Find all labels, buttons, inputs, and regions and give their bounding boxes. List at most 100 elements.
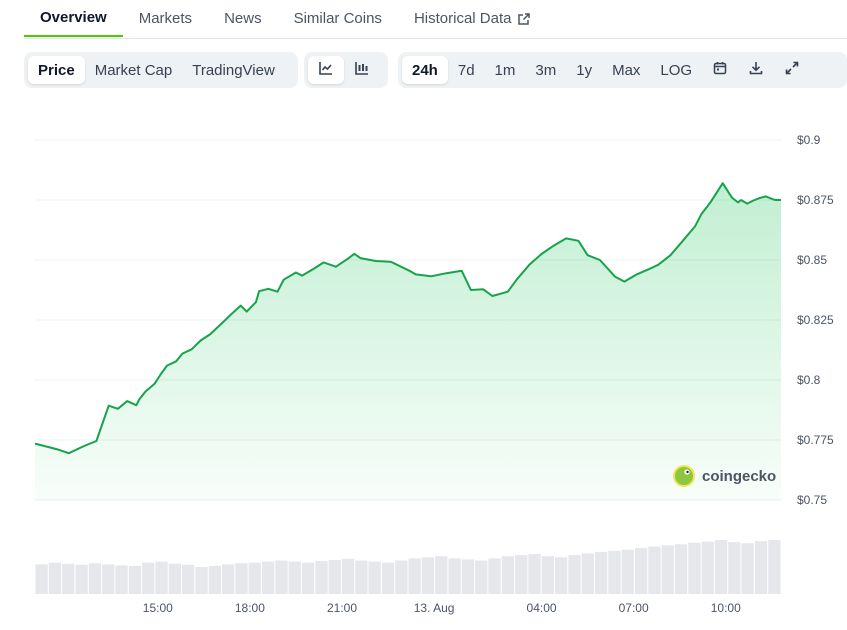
volume-bar bbox=[448, 558, 461, 594]
volume-bar bbox=[155, 561, 168, 594]
volume-bar bbox=[501, 556, 515, 594]
volume-bar bbox=[262, 561, 275, 594]
tab-label: News bbox=[224, 10, 262, 27]
tab-overview[interactable]: Overview bbox=[24, 0, 123, 37]
x-tick-label: 15:00 bbox=[143, 601, 173, 615]
range-1m-button[interactable]: 1m bbox=[485, 56, 526, 84]
chart-style-switcher bbox=[304, 52, 388, 88]
volume-bar bbox=[541, 556, 554, 594]
volume-bar bbox=[115, 565, 128, 594]
volume-bar bbox=[355, 560, 368, 594]
y-tick-label: $0.875 bbox=[797, 193, 834, 207]
y-tick-label: $0.8 bbox=[797, 373, 821, 387]
volume-bar bbox=[301, 562, 315, 594]
mode-market-cap-button[interactable]: Market Cap bbox=[85, 56, 183, 84]
range-log-button[interactable]: LOG bbox=[650, 56, 702, 84]
volume-bar bbox=[648, 546, 661, 594]
y-tick-label: $0.75 bbox=[797, 493, 827, 507]
volume-bar bbox=[248, 562, 261, 594]
volume-bar bbox=[381, 562, 395, 594]
volume-bar bbox=[35, 564, 48, 594]
y-tick-label: $0.775 bbox=[797, 433, 834, 447]
download-button[interactable] bbox=[738, 56, 774, 84]
volume-bar bbox=[661, 545, 674, 594]
range-switcher: 24h 7d 1m 3m 1y Max LOG bbox=[398, 52, 847, 88]
tab-label: Historical Data bbox=[413, 10, 512, 27]
range-1y-button[interactable]: 1y bbox=[566, 56, 602, 84]
volume-bar bbox=[142, 562, 155, 594]
volume-bars bbox=[35, 540, 781, 594]
price-chart: $0.9 $0.875 $0.85 $0.825 $0.8 $0.775 $0.75 15:… bbox=[34, 133, 834, 615]
volume-bar bbox=[581, 553, 594, 594]
calendar-icon bbox=[712, 60, 728, 80]
x-tick-label: 10:00 bbox=[711, 601, 741, 615]
volume-bar bbox=[102, 564, 115, 594]
mode-price-button[interactable]: Price bbox=[28, 56, 85, 84]
volume-bar bbox=[635, 548, 648, 594]
coingecko-logo-icon bbox=[673, 465, 695, 487]
coin-nav-tabs: Overview Markets News Similar Coins Historic… bbox=[24, 0, 847, 39]
volume-bar bbox=[435, 556, 448, 594]
volume-bar bbox=[48, 562, 62, 594]
line-chart-icon bbox=[318, 60, 334, 80]
range-3m-button[interactable]: 3m bbox=[525, 56, 566, 84]
volume-bar bbox=[621, 549, 634, 594]
y-tick-label: $0.825 bbox=[797, 313, 834, 327]
volume-bar bbox=[408, 558, 421, 594]
volume-bar bbox=[515, 555, 528, 594]
volume-bar bbox=[688, 542, 701, 594]
x-axis: 15:00 18:00 21:00 13. Aug 04:00 07:00 10:00 bbox=[143, 601, 741, 615]
volume-bar bbox=[128, 565, 142, 594]
volume-bar bbox=[568, 555, 581, 594]
calendar-button[interactable] bbox=[702, 56, 738, 84]
volume-bar bbox=[328, 560, 341, 594]
x-tick-label: 21:00 bbox=[327, 601, 357, 615]
volume-bar bbox=[341, 558, 355, 594]
volume-bar bbox=[488, 558, 501, 594]
volume-bar bbox=[701, 541, 714, 594]
volume-bar bbox=[62, 563, 75, 594]
fullscreen-button[interactable] bbox=[774, 56, 810, 84]
x-tick-label: 18:00 bbox=[235, 601, 265, 615]
tab-news[interactable]: News bbox=[208, 0, 278, 37]
volume-bar bbox=[315, 561, 328, 594]
fullscreen-icon bbox=[784, 60, 800, 80]
tab-label: Overview bbox=[40, 9, 107, 26]
volume-bar bbox=[395, 560, 408, 594]
x-tick-label: 13. Aug bbox=[414, 601, 455, 615]
chart-mode-switcher: Price Market Cap TradingView bbox=[24, 52, 298, 88]
download-icon bbox=[748, 60, 764, 80]
volume-bar bbox=[275, 560, 288, 594]
tab-similar-coins[interactable]: Similar Coins bbox=[278, 0, 398, 37]
volume-bar bbox=[741, 543, 754, 594]
y-tick-label: $0.85 bbox=[797, 253, 827, 267]
volume-bar bbox=[754, 541, 768, 594]
range-7d-button[interactable]: 7d bbox=[448, 56, 485, 84]
volume-bar bbox=[168, 563, 181, 594]
range-24h-button[interactable]: 24h bbox=[402, 56, 448, 84]
watermark-text: coingecko bbox=[702, 468, 776, 485]
y-tick-label: $0.9 bbox=[797, 133, 821, 147]
volume-bar bbox=[88, 563, 102, 594]
volume-bar bbox=[195, 567, 208, 594]
tab-markets[interactable]: Markets bbox=[123, 0, 208, 37]
coingecko-watermark: coingecko bbox=[673, 465, 776, 487]
volume-bar bbox=[674, 544, 688, 594]
candlestick-chart-icon bbox=[354, 60, 370, 80]
volume-bar bbox=[421, 557, 435, 594]
candlestick-chart-button[interactable] bbox=[344, 56, 380, 84]
volume-bar bbox=[714, 540, 728, 594]
tab-historical-data[interactable]: Historical Data bbox=[398, 0, 548, 37]
volume-bar bbox=[235, 563, 248, 594]
mode-tradingview-button[interactable]: TradingView bbox=[182, 56, 285, 84]
line-chart-button[interactable] bbox=[308, 56, 344, 84]
price-area bbox=[35, 183, 781, 500]
volume-bar bbox=[595, 551, 608, 594]
range-max-button[interactable]: Max bbox=[602, 56, 650, 84]
volume-bar bbox=[555, 557, 568, 594]
volume-bar bbox=[288, 561, 301, 594]
tab-label: Similar Coins bbox=[293, 10, 382, 27]
volume-bar bbox=[182, 564, 195, 594]
volume-bar bbox=[75, 564, 88, 594]
x-tick-label: 07:00 bbox=[619, 601, 649, 615]
